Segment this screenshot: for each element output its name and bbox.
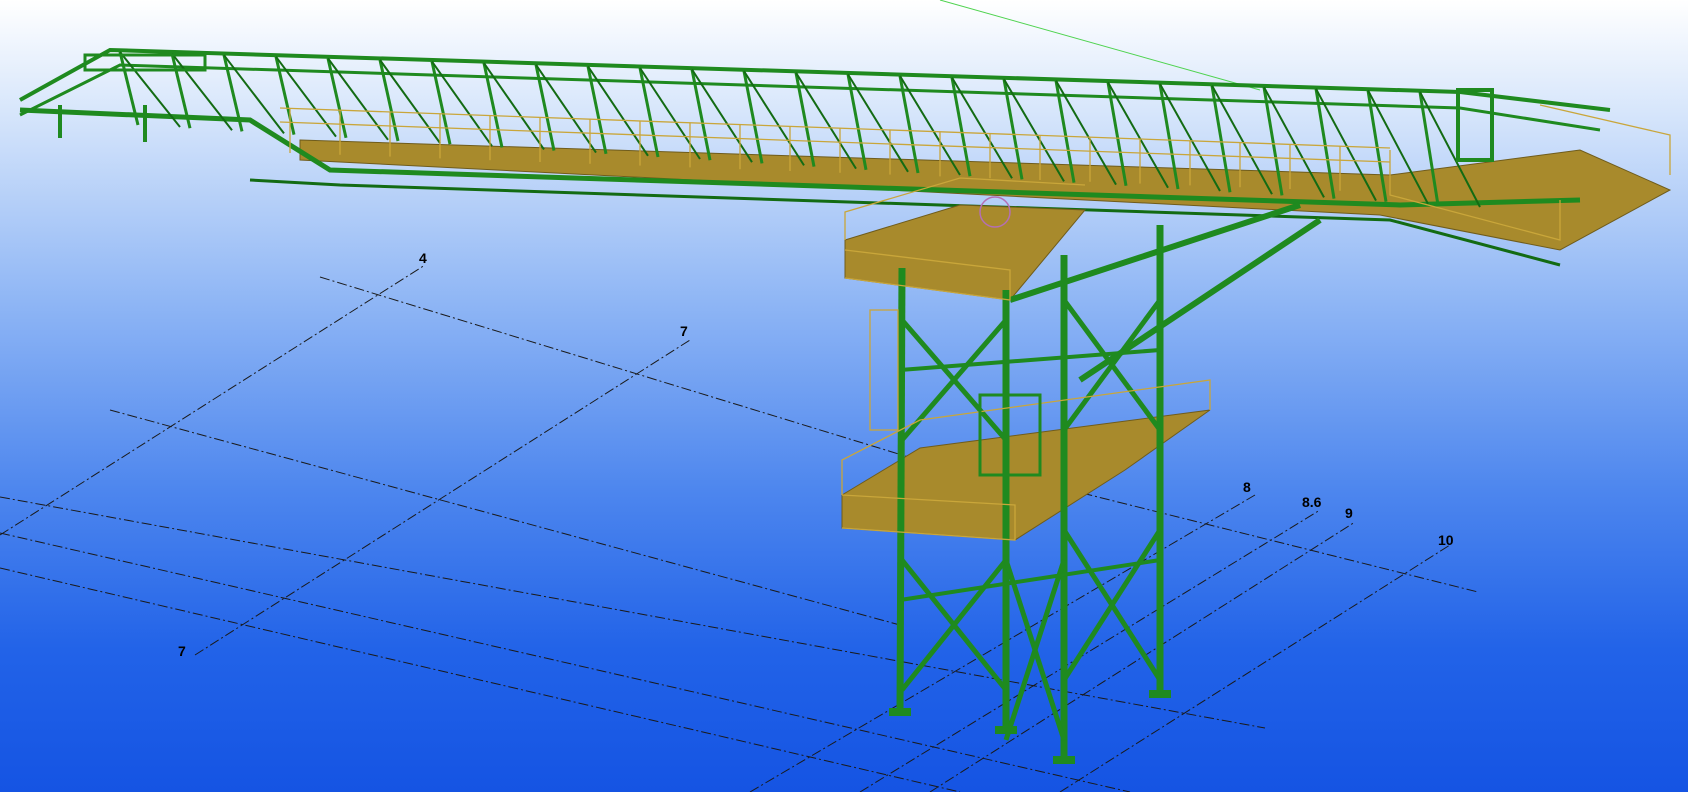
3d-model-viewport[interactable]: 4 7 7 8 8.6 9 10: [0, 0, 1688, 792]
base-plate-4: [1149, 690, 1171, 698]
base-plate-1: [889, 708, 911, 716]
base-plate-2: [995, 726, 1017, 734]
model-canvas[interactable]: 4 7 7 8 8.6 9 10: [0, 0, 1688, 792]
grid-line-b: [109, 409, 901, 626]
tower-column-1: [896, 267, 906, 713]
grid-label-8: 8: [1243, 479, 1251, 495]
grid-line-f: [1029, 479, 1479, 593]
grid-line-7: [194, 339, 691, 656]
caged-ladder: [869, 309, 899, 431]
grid-label-4: 4: [419, 250, 427, 266]
grid-label-7-top: 7: [680, 323, 688, 339]
transfer-tower[interactable]: [841, 177, 1322, 764]
grid-line-8-6: [859, 509, 1321, 792]
grid-label-7-left: 7: [178, 643, 186, 659]
base-plate-3: [1053, 756, 1075, 764]
grid-lines: [0, 264, 1479, 792]
head-end-frame: [1456, 88, 1494, 162]
grid-line-d: [0, 532, 1131, 792]
grid-label-10: 10: [1438, 532, 1454, 548]
grid-line-10: [1059, 544, 1451, 792]
grid-line-4: [0, 264, 426, 536]
grid-line-e: [0, 567, 961, 792]
grid-label-9: 9: [1345, 505, 1353, 521]
grid-label-8-6: 8.6: [1302, 494, 1322, 510]
